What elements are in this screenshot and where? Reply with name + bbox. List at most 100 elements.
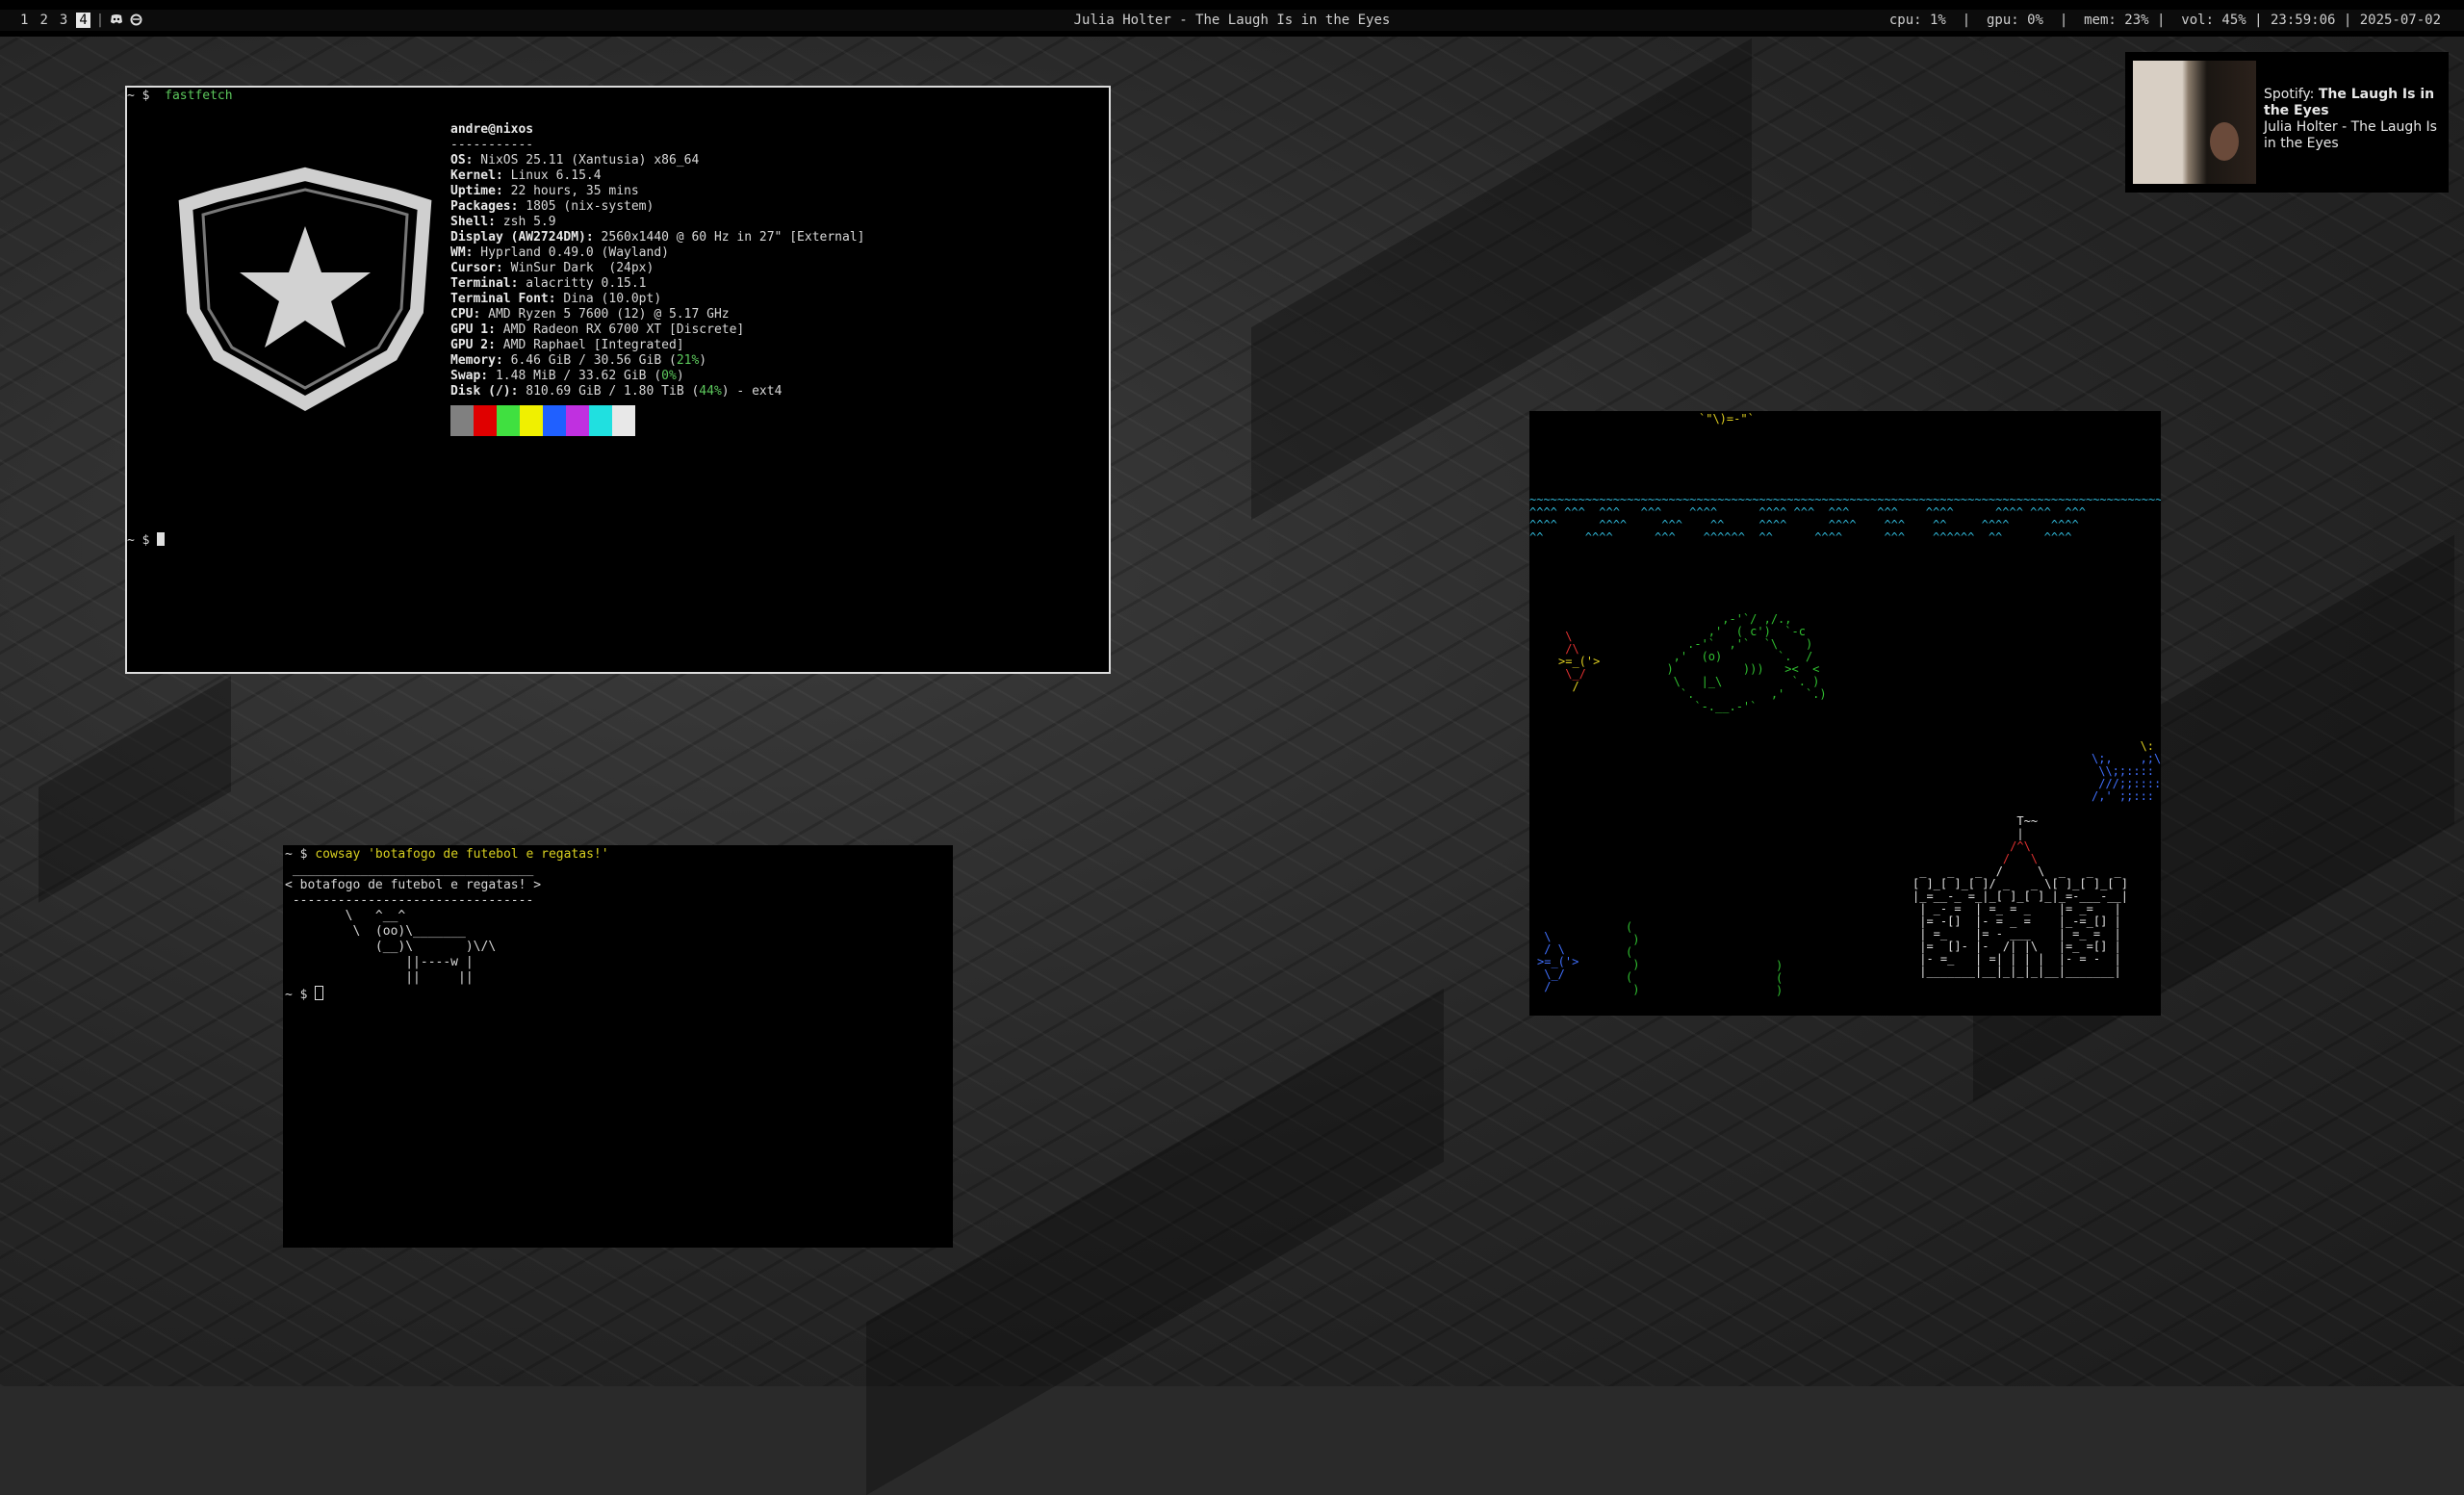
fish-line: ,' (o) `. / (1653, 650, 1813, 663)
castle-line: |_______|__|_|_|_|__|_______| (1912, 965, 2121, 978)
terminal-asciiquarium[interactable]: `"\)=-"` ~~~~~~~~~~~~~~~~~~~~~~~~~~~~~~~… (1529, 411, 2161, 1016)
seaweed: ) ( ) (1776, 959, 1784, 997)
active-prompt-line[interactable]: ~ $ (127, 532, 166, 549)
swap-percent: 0% (661, 369, 677, 383)
color-swatch (450, 405, 474, 436)
fish-line: ) ))) >< < (1653, 662, 1820, 676)
prompt: ~ $ (127, 533, 150, 548)
big-fish: ,-'`/ ,/., ,' ( c') `-c .-'` ,'` `\ ) ,'… (1653, 612, 1827, 713)
fish-line: ,' ( c') `-c (1653, 625, 1806, 638)
castle-line: T~~ (1912, 814, 2039, 828)
info-value: AMD Ryzen 5 7600 (12) @ 5.17 GHz (480, 307, 730, 322)
system-info: andre@nixos ----------- OS: NixOS 25.11 … (450, 107, 864, 415)
info-value: WinSur Dark (24px) (502, 261, 654, 275)
notification-app: Spotify: (2264, 87, 2315, 102)
color-swatch (497, 405, 520, 436)
spotify-notification[interactable]: Spotify: The Laugh Is in the Eyes Julia … (2125, 52, 2449, 193)
cowsay-output: ~ $ cowsay 'botafogo de futebol e regata… (285, 847, 609, 1003)
prompt: ~ $ (285, 988, 308, 1002)
info-value: ) (699, 353, 707, 368)
command-line: ~ $ fastfetch (127, 89, 233, 104)
info-value: Hyprland 0.49.0 (Wayland) (473, 245, 669, 260)
castle-line: |_=__-_ =_|_[ ]_[ ]_|_=-___-__| (1912, 889, 2128, 903)
terminal-cursor (157, 532, 166, 546)
cow-line: \ ^__^ (285, 909, 406, 923)
info-key: Cursor: (450, 261, 503, 275)
fish-line: /,' ;;::: (2092, 789, 2155, 803)
castle-line: | =_ |= - ___ | =_ = | (1912, 927, 2121, 941)
command: cowsay 'botafogo de futebol e regatas!' (315, 847, 609, 862)
info-key: Swap: (450, 369, 489, 383)
bubble-bottom: -------------------------------- (285, 893, 534, 908)
terminal-cursor (315, 986, 324, 1000)
fish-line: `. ,' `.) (1653, 687, 1827, 701)
small-fish-bottom: \ / \ >=_('> \_/ / (1537, 930, 1579, 993)
color-palette (450, 405, 635, 436)
info-key: Packages: (450, 199, 519, 214)
castle-line: | (1912, 827, 2024, 840)
album-art (2133, 61, 2256, 184)
info-value: 6.46 GiB / 30.56 GiB ( (502, 353, 677, 368)
info-value: AMD Radeon RX 6700 XT [Discrete] (495, 322, 745, 337)
info-value: ) - ext4 (721, 384, 783, 399)
info-value: 1805 (nix-system) (518, 199, 654, 214)
info-key: Shell: (450, 215, 496, 229)
fish-line: \_/ (1558, 667, 1586, 681)
fish-line: ///;;:::: (2092, 777, 2161, 790)
info-value: 22 hours, 35 mins (502, 184, 639, 198)
color-swatch (543, 405, 566, 436)
castle-line: /^\ (1912, 839, 2031, 853)
small-fish-right: \: \;, ,;\ \\;;:::: ///;;:::: /,' ;;::: (2092, 740, 2161, 803)
castle-line: _ _ _ / \ _ _ _ (1912, 864, 2121, 878)
fish-line: ,-'`/ ,/., (1653, 612, 1792, 626)
fish-line: `-.__.-'` (1653, 700, 1758, 713)
fish-line: \: (2092, 739, 2155, 753)
castle-line: |= -[] |- = _ = |_-=_[] | (1912, 915, 2121, 928)
cow-line: || || (285, 970, 474, 985)
info-value: Linux 6.15.4 (502, 168, 602, 183)
info-value: Dina (10.0pt) (555, 292, 662, 306)
info-key: Terminal Font: (450, 292, 556, 306)
info-key: Memory: (450, 353, 503, 368)
castle-line: / \ (1912, 852, 2039, 865)
cow-line: (__)\ )\/\ (285, 940, 497, 954)
color-swatch (612, 405, 635, 436)
top-bar: 1 2 3 4 | Julia Holter - The Laugh Is in… (0, 0, 2464, 37)
info-key: Disk (/): (450, 384, 519, 399)
castle: T~~ | /^\ / \ _ _ _ / \ _ _ _ [ ]_[ ]_[ … (1912, 815, 2128, 978)
info-key: Terminal: (450, 276, 519, 291)
info-value: 2560x1440 @ 60 Hz in 27" [External] (593, 230, 865, 245)
terminal-cowsay[interactable]: ~ $ cowsay 'botafogo de futebol e regata… (283, 845, 953, 1248)
castle-line: |- =_ | =| | | | |- = - | (1912, 952, 2121, 966)
color-swatch (520, 405, 543, 436)
separator: ----------- (450, 138, 534, 152)
info-key: OS: (450, 153, 474, 168)
info-value: NixOS 25.11 (Xantusia) x86_64 (473, 153, 700, 168)
info-key: CPU: (450, 307, 481, 322)
terminal-fastfetch[interactable]: ~ $ fastfetch andre@nixos ----------- OS… (125, 86, 1111, 674)
command: fastfetch (165, 89, 233, 103)
castle-line: [ ]_[ ]_[ ]/ _ _ \[ ]_[ ]_[ ] (1912, 877, 2128, 890)
info-value: alacritty 0.15.1 (518, 276, 647, 291)
small-fish-left: \ /\ >=_('> \_/ / (1558, 631, 1600, 693)
prompt: ~ $ (127, 89, 150, 103)
notification-text: Spotify: The Laugh Is in the Eyes Julia … (2264, 87, 2443, 152)
info-key: GPU 1: (450, 322, 496, 337)
prompt: ~ $ (285, 847, 308, 862)
bubble-top: ________________________________ (285, 863, 534, 877)
castle-line: | _- = | =_ = _ |= _= | (1912, 902, 2121, 915)
userhost: andre@nixos (450, 122, 534, 137)
disk-percent: 44% (699, 384, 722, 399)
wallpaper-building (38, 676, 231, 903)
cow-line: \ (oo)\_______ (285, 924, 466, 939)
wallpaper-building (866, 988, 1444, 1495)
info-key: WM: (450, 245, 474, 260)
info-value: 810.69 GiB / 1.80 TiB ( (518, 384, 700, 399)
info-value: zsh 5.9 (495, 215, 556, 229)
duck: `"\)=-"` (1699, 412, 1755, 425)
info-value: 1.48 MiB / 33.62 GiB ( (488, 369, 662, 383)
fish-line: \\;;:::: (2092, 764, 2155, 778)
castle-line: |= []- |- /| |\ |=_ =[] | (1912, 940, 2121, 953)
fish-line: >=_('> (1558, 655, 1601, 668)
color-swatch (589, 405, 612, 436)
